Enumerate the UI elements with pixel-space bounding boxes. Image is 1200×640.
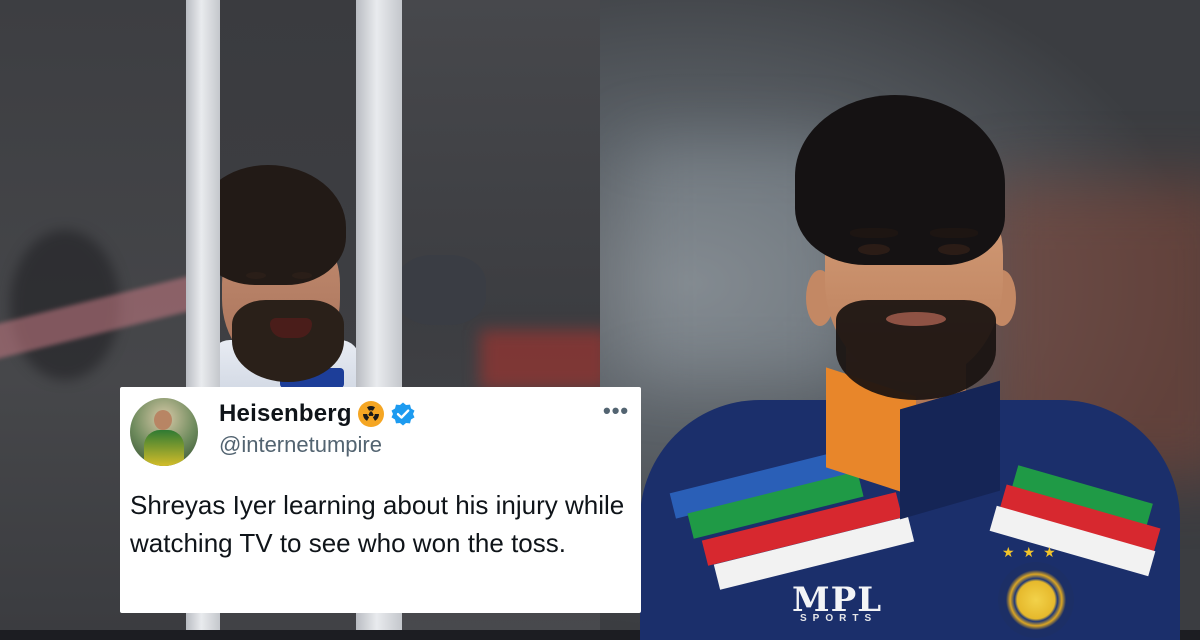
figure-eye-left [246,272,266,279]
radioactive-icon [357,401,384,427]
tweet-text: Shreyas Iyer learning about his injury w… [130,490,625,558]
verified-badge-icon [390,401,416,427]
avatar-head [154,410,172,430]
figure-mouth [270,318,312,338]
player-eye-left [858,244,890,255]
avatar[interactable] [130,398,198,466]
figure-arm [396,255,486,325]
player-brow-right [930,228,978,238]
jersey-bcci-badge [998,562,1074,638]
tweet-card[interactable]: Heisenberg @internetumpire ••• Shreyas I… [120,387,641,613]
player-brow-left [850,228,898,238]
player-lips [886,312,946,326]
jersey-stars: ★★★ [1002,544,1064,560]
tweet-author-row: Heisenberg [219,400,416,428]
figure-eye-right [292,272,312,279]
player-eye-right [938,244,970,255]
red-reflection [480,330,600,390]
avatar-shirt [144,430,184,466]
more-options-icon[interactable]: ••• [603,398,629,424]
handle[interactable]: @internetumpire [219,432,382,458]
display-name[interactable]: Heisenberg [219,400,352,428]
jersey-sponsor-sub: SPORTS [800,613,878,624]
figure-beard [232,300,344,382]
